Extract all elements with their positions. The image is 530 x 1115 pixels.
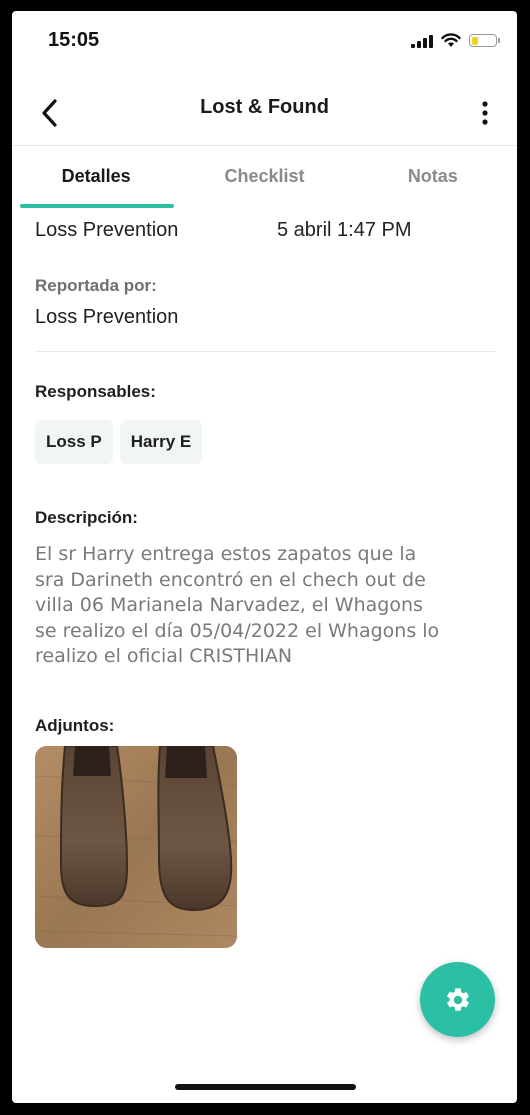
- attachments-label: Adjuntos:: [35, 715, 115, 735]
- department: Loss Prevention: [35, 219, 179, 241]
- reported-by-value: Loss Prevention: [35, 306, 179, 328]
- tab-label: Checklist: [224, 166, 305, 186]
- settings-fab-button[interactable]: [420, 962, 495, 1037]
- signal-icon: [411, 34, 433, 48]
- description-label: Descripción:: [35, 508, 138, 527]
- tab-bar: Detalles Checklist Notas: [12, 156, 517, 208]
- reported-by-label: Reportada por:: [35, 276, 157, 295]
- details-content: Loss Prevention 5 abril 1:47 PM Reportad…: [35, 209, 495, 948]
- tab-label: Detalles: [61, 166, 131, 186]
- department-date-row: Loss Prevention 5 abril 1:47 PM: [35, 219, 495, 242]
- shoes-photo: [35, 745, 237, 948]
- active-tab-indicator: [20, 204, 175, 208]
- battery-level: [471, 36, 479, 45]
- status-time: 15:05: [48, 29, 100, 51]
- status-icons: [411, 33, 500, 48]
- more-options-button[interactable]: [467, 93, 503, 133]
- tab-notas[interactable]: Notas: [349, 156, 517, 208]
- responsable-chip[interactable]: Harry E: [119, 420, 203, 464]
- gear-icon: [446, 987, 469, 1011]
- description-text: El sr Harry entrega estos zapatos que la…: [35, 543, 440, 667]
- divider: [35, 351, 495, 352]
- battery-icon: [469, 34, 500, 47]
- tab-detalles[interactable]: Detalles: [12, 156, 180, 208]
- home-indicator[interactable]: [175, 1084, 356, 1090]
- more-vertical-icon: [482, 101, 488, 125]
- tab-label: Notas: [407, 166, 458, 186]
- responsables-label: Responsables:: [35, 382, 156, 401]
- attachment-thumbnail-shoes[interactable]: [35, 745, 237, 948]
- responsables-list: Loss P Harry E: [35, 420, 495, 464]
- reported-date: 5 abril 1:47 PM: [277, 219, 412, 241]
- responsable-chip[interactable]: Loss P: [35, 420, 113, 464]
- top-nav: Lost & Found: [12, 81, 517, 146]
- page-title: Lost & Found: [200, 96, 329, 118]
- tab-checklist[interactable]: Checklist: [180, 156, 348, 208]
- wifi-icon: [441, 33, 461, 47]
- app-screen: 15:05 Lost & Found Detalles Checklist No…: [12, 11, 517, 1103]
